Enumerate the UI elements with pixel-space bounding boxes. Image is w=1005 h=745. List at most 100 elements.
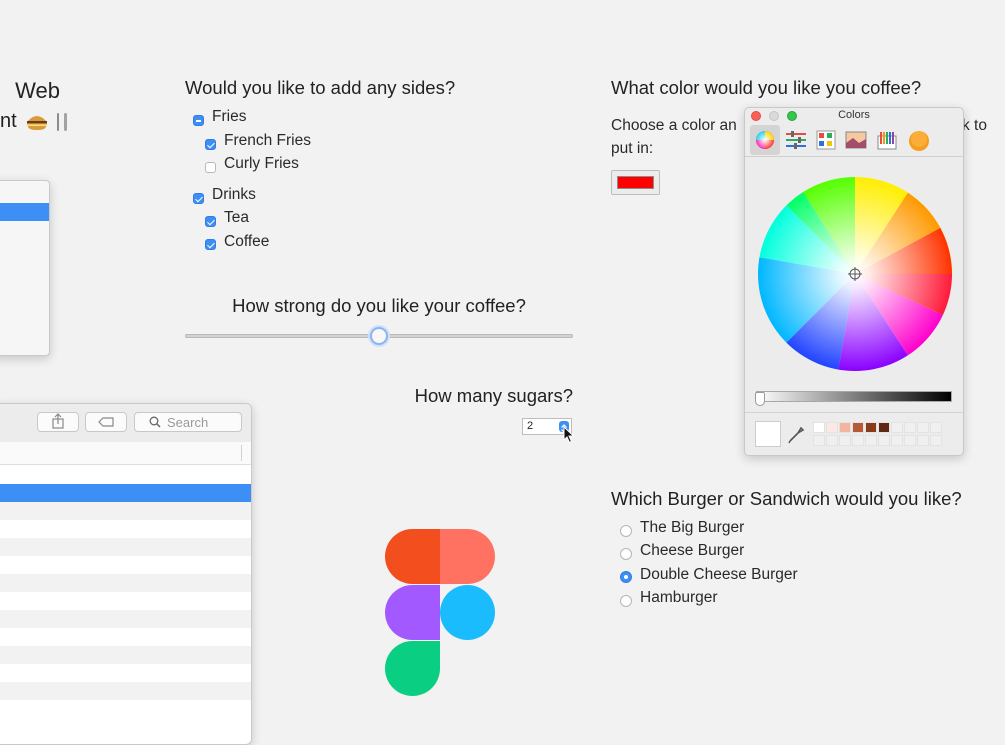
tea-checkbox[interactable]	[205, 216, 216, 227]
finder-row[interactable]	[0, 646, 251, 664]
finder-window: Search	[0, 403, 252, 745]
color-prompt-right: k to	[962, 117, 987, 134]
coffee-label: Coffee	[224, 233, 270, 250]
crayons-tab-icon[interactable]	[877, 130, 897, 150]
swatch[interactable]	[904, 435, 916, 446]
mouse-cursor-icon	[563, 426, 575, 444]
hamburger-label: Hamburger	[640, 589, 718, 606]
finder-row[interactable]	[0, 502, 251, 520]
popup-list-selected-item[interactable]	[0, 203, 49, 221]
figma-logo	[385, 529, 495, 696]
swatch[interactable]	[878, 435, 890, 446]
finder-row[interactable]	[0, 628, 251, 646]
fork-knife-icon	[54, 112, 70, 132]
finder-row[interactable]	[0, 574, 251, 592]
swatch[interactable]	[930, 435, 942, 446]
finder-row[interactable]	[0, 538, 251, 556]
color-palettes-tab-icon[interactable]	[816, 130, 836, 150]
color-prompt-line2: put in:	[611, 140, 654, 157]
panel-divider	[745, 412, 963, 413]
search-input[interactable]: Search	[134, 412, 242, 432]
image-palettes-tab-icon[interactable]	[845, 131, 867, 149]
coffee-checkbox[interactable]	[205, 239, 216, 250]
brightness-knob[interactable]	[755, 392, 765, 406]
color-wheel-tab[interactable]	[750, 125, 780, 155]
double-cheese-burger-label: Double Cheese Burger	[640, 566, 798, 583]
color-prompt-left: Choose a color an	[611, 117, 737, 134]
slider-knob[interactable]	[370, 327, 388, 345]
radio-double-cheese-burger[interactable]	[620, 571, 632, 583]
sugars-question: How many sugars?	[414, 385, 573, 406]
swatch[interactable]	[865, 422, 877, 433]
swatch[interactable]	[904, 422, 916, 433]
finder-row[interactable]	[0, 610, 251, 628]
swatch[interactable]	[891, 435, 903, 446]
radio-cheese-burger[interactable]	[620, 548, 632, 560]
share-button[interactable]	[37, 412, 79, 432]
swatch[interactable]	[891, 422, 903, 433]
colors-panel: Colors	[744, 107, 964, 456]
swatch[interactable]	[852, 435, 864, 446]
sugars-value: 2	[527, 420, 534, 432]
swatch[interactable]	[839, 422, 851, 433]
french-fries-checkbox[interactable]	[205, 139, 216, 150]
column-divider	[241, 445, 242, 461]
swatch[interactable]	[878, 422, 890, 433]
burger-question: Which Burger or Sandwich would you like?	[611, 488, 962, 509]
finder-toolbar: Search	[0, 404, 251, 443]
color-well-button[interactable]	[611, 170, 660, 195]
eyedropper-icon[interactable]	[787, 424, 805, 444]
finder-row-selected[interactable]	[0, 484, 251, 502]
finder-row[interactable]	[0, 592, 251, 610]
swatch[interactable]	[826, 435, 838, 446]
swatch[interactable]	[839, 435, 851, 446]
finder-row[interactable]	[0, 520, 251, 538]
current-color-well[interactable]	[755, 421, 781, 447]
sides-question: Would you like to add any sides?	[185, 77, 456, 98]
share-icon	[52, 413, 64, 429]
color-wheel[interactable]	[756, 175, 954, 373]
brightness-slider[interactable]	[755, 391, 952, 406]
radio-big-burger[interactable]	[620, 525, 632, 537]
strength-question: How strong do you like your coffee?	[232, 295, 526, 316]
finder-row[interactable]	[0, 664, 251, 682]
tag-button[interactable]	[85, 412, 127, 432]
swatch[interactable]	[826, 422, 838, 433]
swatch[interactable]	[930, 422, 942, 433]
color-wheel-tab-icon	[756, 131, 774, 149]
radio-hamburger[interactable]	[620, 595, 632, 607]
finder-row[interactable]	[0, 682, 251, 700]
color-question: What color would you like you coffee?	[611, 77, 922, 98]
page-subtitle-text: nt	[0, 110, 17, 132]
color-sliders-tab-icon[interactable]	[785, 131, 807, 149]
swatch[interactable]	[865, 435, 877, 446]
color-well-swatch	[617, 176, 654, 189]
swatch[interactable]	[917, 422, 929, 433]
page-subtitle: nt	[0, 110, 70, 133]
drinks-checkbox[interactable]	[193, 193, 204, 204]
swatch[interactable]	[917, 435, 929, 446]
swatch[interactable]	[813, 422, 825, 433]
finder-row[interactable]	[0, 700, 251, 718]
search-placeholder: Search	[167, 415, 209, 430]
burger-emoji-icon	[26, 113, 48, 131]
pencils-extra-tab-icon[interactable]	[908, 130, 930, 152]
colors-titlebar: Colors	[745, 108, 963, 124]
drinks-label: Drinks	[212, 186, 256, 203]
swatch[interactable]	[852, 422, 864, 433]
strength-slider[interactable]	[185, 327, 573, 345]
french-fries-label: French Fries	[224, 132, 311, 149]
page-title: Web	[0, 78, 60, 104]
finder-column-header	[0, 442, 251, 465]
finder-row[interactable]	[0, 556, 251, 574]
curly-fries-label: Curly Fries	[224, 155, 299, 172]
curly-fries-checkbox[interactable]	[205, 162, 216, 173]
search-icon	[149, 416, 161, 428]
finder-row[interactable]	[0, 465, 251, 483]
fries-checkbox[interactable]	[193, 115, 204, 126]
swatch[interactable]	[813, 435, 825, 446]
popup-list	[0, 180, 50, 356]
colors-title: Colors	[838, 109, 870, 121]
fries-label: Fries	[212, 108, 247, 125]
colors-tab-bar	[745, 124, 963, 157]
